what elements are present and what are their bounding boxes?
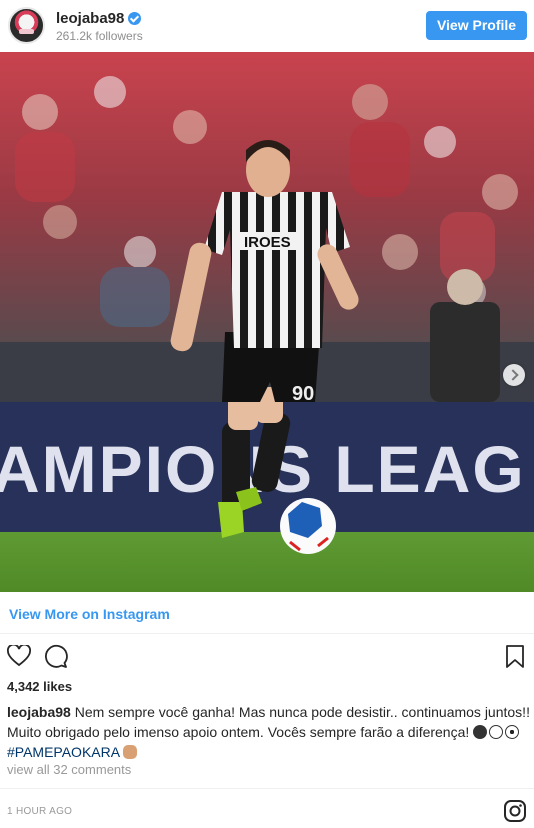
black-circle-emoji-icon — [473, 725, 488, 739]
caption-username[interactable]: leojaba98 — [7, 704, 71, 720]
view-more-link[interactable]: View More on Instagram — [9, 606, 170, 622]
divider — [0, 788, 534, 789]
clapping-hands-emoji-icon — [123, 745, 138, 759]
divider — [0, 633, 534, 634]
post-photo[interactable]: AMPIONS LEAG 90 IROES — [0, 52, 534, 592]
username-link[interactable]: leojaba98 — [56, 10, 124, 27]
next-arrow-icon[interactable] — [503, 364, 525, 386]
soccer-ball-emoji-icon — [505, 725, 520, 739]
comment-icon[interactable] — [43, 644, 68, 674]
bookmark-icon[interactable] — [505, 644, 525, 674]
verified-badge-icon — [128, 12, 141, 25]
caption-line-1: Nem sempre você ganha! Mas nunca pode de… — [70, 704, 530, 720]
hashtag-link[interactable]: #PAMEPAOKARA — [7, 744, 119, 760]
shorts-number: 90 — [292, 383, 314, 405]
likes-count[interactable]: 4,342 likes — [7, 679, 72, 694]
instagram-logo-icon[interactable] — [503, 799, 527, 828]
football — [280, 498, 336, 554]
view-comments-link[interactable]: view all 32 comments — [7, 762, 131, 777]
followers-count: 261.2k followers — [56, 29, 143, 43]
post-timestamp: 1 HOUR AGO — [7, 806, 73, 817]
white-circle-emoji-icon — [489, 725, 504, 739]
avatar[interactable] — [8, 7, 45, 44]
post-header: leojaba98 261.2k followers View Profile — [0, 0, 534, 52]
shirt-sponsor: IROES — [244, 234, 291, 251]
heart-icon[interactable] — [7, 643, 31, 672]
caption: leojaba98 Nem sempre você ganha! Mas nun… — [7, 702, 531, 762]
caption-line-2: Muito obrigado pelo imenso apoio ontem. … — [7, 724, 470, 740]
view-profile-button[interactable]: View Profile — [426, 11, 527, 40]
